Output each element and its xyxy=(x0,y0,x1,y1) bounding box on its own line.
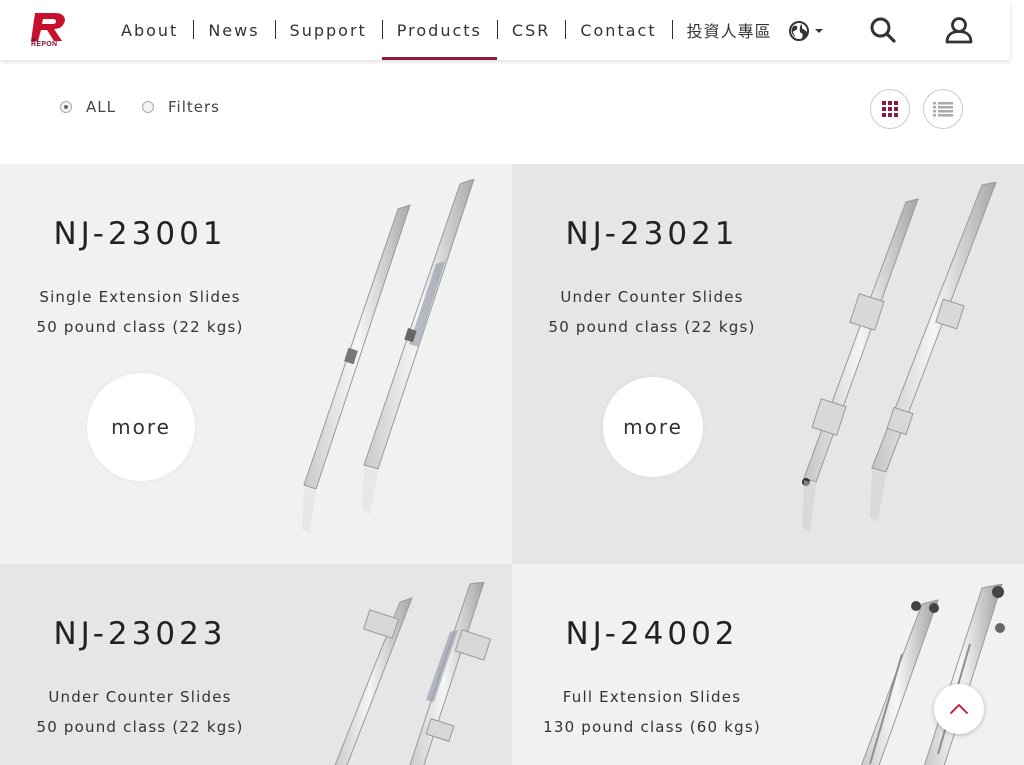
product-capacity: 50 pound class (22 kgs) xyxy=(36,318,244,336)
logo-text: REPON xyxy=(31,41,58,48)
product-model: NJ-23023 xyxy=(53,616,227,652)
radio-label: Filters xyxy=(167,98,220,116)
search-button[interactable] xyxy=(869,16,897,44)
globe-icon xyxy=(789,21,809,41)
scroll-to-top-button[interactable] xyxy=(934,684,984,734)
list-view-button[interactable] xyxy=(923,89,963,129)
main-nav: About News Support Products CSR Contact … xyxy=(106,0,787,60)
nav-item-news[interactable]: News xyxy=(193,0,274,60)
product-model: NJ-23001 xyxy=(53,216,227,252)
repon-logo-icon xyxy=(31,13,65,41)
chevron-up-icon xyxy=(950,704,968,714)
nav-item-products[interactable]: Products xyxy=(381,0,497,60)
product-description: Under Counter Slides 50 pound class (22 … xyxy=(512,282,792,342)
product-card[interactable]: NJ-23001 Single Extension Slides 50 poun… xyxy=(0,164,512,564)
grid-view-button[interactable] xyxy=(870,89,910,129)
list-view-icon xyxy=(933,102,953,117)
product-description: Full Extension Slides 130 pound class (6… xyxy=(512,682,792,742)
filter-all-radio[interactable]: ALL xyxy=(60,98,116,116)
product-type: Under Counter Slides xyxy=(560,288,744,306)
nav-item-investors[interactable]: 投資人專區 xyxy=(671,0,787,60)
nav-label: 投資人專區 xyxy=(686,22,772,41)
product-model: NJ-23021 xyxy=(565,216,739,252)
logo[interactable]: REPON xyxy=(28,8,72,52)
grid-view-icon xyxy=(882,101,898,117)
drawer-slide-image xyxy=(802,182,997,532)
account-button[interactable] xyxy=(944,16,974,44)
nav-label: News xyxy=(208,20,260,40)
more-button[interactable]: more xyxy=(603,377,703,477)
product-description: Under Counter Slides 50 pound class (22 … xyxy=(0,682,280,742)
product-capacity: 130 pound class (60 kgs) xyxy=(543,718,761,736)
drawer-slide-image xyxy=(302,179,475,534)
product-capacity: 50 pound class (22 kgs) xyxy=(548,318,756,336)
filter-bar: ALL Filters xyxy=(60,98,246,116)
nav-item-support[interactable]: Support xyxy=(274,0,382,60)
product-description: Single Extension Slides 50 pound class (… xyxy=(0,282,280,342)
drawer-slide-image xyxy=(860,584,1005,765)
product-type: Full Extension Slides xyxy=(562,688,742,706)
nav-label: Products xyxy=(396,20,482,40)
product-card[interactable]: NJ-23021 Under Counter Slides 50 pound c… xyxy=(512,164,1024,564)
language-selector[interactable] xyxy=(788,19,828,43)
product-card[interactable]: NJ-23023 Under Counter Slides 50 pound c… xyxy=(0,564,512,765)
nav-label: Support xyxy=(289,20,367,40)
product-model: NJ-24002 xyxy=(565,616,739,652)
product-capacity: 50 pound class (22 kgs) xyxy=(36,718,244,736)
nav-label: CSR xyxy=(511,20,551,40)
more-button[interactable]: more xyxy=(87,373,195,481)
drawer-slide-image xyxy=(334,582,492,765)
radio-dot xyxy=(60,101,72,113)
product-card[interactable]: NJ-24002 Full Extension Slides 130 pound… xyxy=(512,564,1024,765)
nav-item-csr[interactable]: CSR xyxy=(496,0,565,60)
radio-dot xyxy=(141,101,154,113)
search-icon xyxy=(870,17,896,43)
nav-item-contact[interactable]: Contact xyxy=(565,0,671,60)
site-header: REPON About News Support Products CSR Co… xyxy=(0,0,1010,60)
nav-item-about[interactable]: About xyxy=(106,0,193,60)
product-type: Under Counter Slides xyxy=(48,688,232,706)
nav-label: Contact xyxy=(580,20,657,40)
user-icon xyxy=(945,17,973,44)
nav-label: About xyxy=(121,20,179,40)
radio-label: ALL xyxy=(86,98,116,116)
filter-filters-radio[interactable]: Filters xyxy=(141,98,220,116)
product-type: Single Extension Slides xyxy=(39,288,241,306)
caret-down-icon xyxy=(815,29,823,33)
